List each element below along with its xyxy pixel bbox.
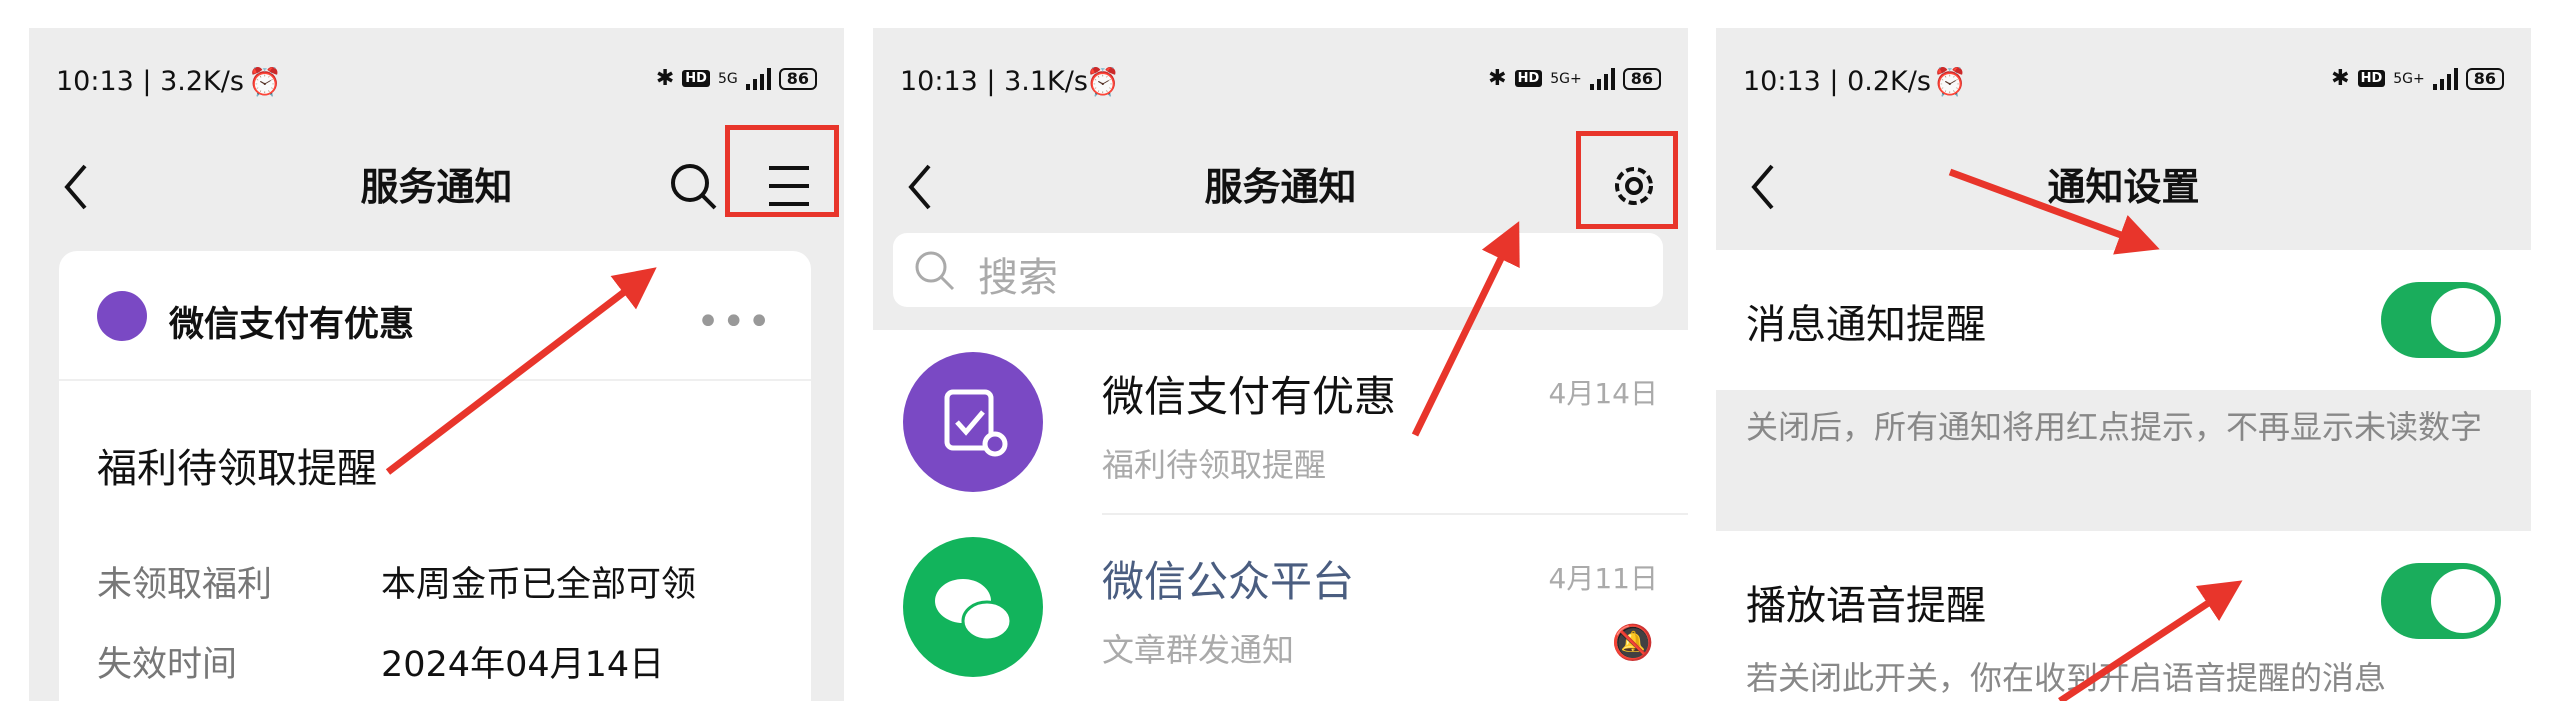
wechat-pay-avatar-icon bbox=[903, 352, 1043, 492]
wechat-pay-avatar-icon bbox=[97, 291, 147, 341]
alarm-icon: ⏰ bbox=[1086, 67, 1120, 98]
battery-level: 86 bbox=[1622, 67, 1661, 90]
list-item[interactable]: 微信公众平台 文章群发通知 4月11日 🔕 bbox=[873, 515, 1688, 699]
signal-icon bbox=[2432, 67, 2458, 90]
status-bar: 10:13 | 3.1K/s ⏰ ✱ HD 5G+ 86 bbox=[900, 66, 1661, 106]
item-date: 4月11日 bbox=[1548, 562, 1658, 595]
toggle-knob bbox=[2431, 288, 2495, 352]
phone-screen-notification-settings: 10:13 | 0.2K/s ⏰ ✱ HD 5G+ 86 通知设置 消息通知提醒… bbox=[1716, 28, 2531, 701]
status-time: 10:13 | 3.2K/s bbox=[56, 66, 244, 97]
card-header: 微信支付有优惠 ••• bbox=[59, 251, 811, 381]
card-row-value: 本周金币已全部可领 bbox=[381, 565, 697, 605]
bluetooth-icon: ✱ bbox=[1488, 66, 1507, 91]
hd-icon: HD bbox=[1514, 70, 1543, 87]
wechat-chat-avatar-icon bbox=[903, 537, 1043, 677]
item-subtitle: 文章群发通知 bbox=[1102, 631, 1295, 669]
card-heading: 福利待领取提醒 bbox=[97, 446, 377, 492]
page-title: 服务通知 bbox=[1204, 165, 1357, 209]
card-row-key: 失效时间 bbox=[97, 645, 238, 685]
notice-list: 微信支付有优惠 福利待领取提醒 4月14日 微信公众平台 文章群发通知 4月11… bbox=[873, 330, 1688, 701]
item-title: 微信支付有优惠 bbox=[1102, 372, 1397, 421]
more-icon[interactable]: ••• bbox=[696, 299, 773, 345]
item-subtitle: 福利待领取提醒 bbox=[1102, 446, 1327, 484]
network-type: 5G bbox=[717, 70, 738, 87]
card-row-key: 未领取福利 bbox=[97, 565, 273, 605]
notification-card[interactable]: 微信支付有优惠 ••• 福利待领取提醒 未领取福利 本周金币已全部可领 失效时间 2… bbox=[59, 251, 811, 701]
setting-row-voice-reminder: 播放语音提醒 若关闭此开关，你在收到开启语音提醒的消息 bbox=[1716, 531, 2531, 701]
signal-icon bbox=[745, 67, 771, 90]
alarm-icon: ⏰ bbox=[248, 67, 282, 98]
nav-bar: 通知设置 bbox=[1716, 128, 2531, 228]
highlight-box-settings bbox=[1576, 131, 1678, 229]
card-row-value: 2024年04月14日 bbox=[381, 645, 665, 685]
toggle-knob bbox=[2431, 569, 2495, 633]
network-type: 5G+ bbox=[2393, 70, 2425, 87]
signal-icon bbox=[1589, 67, 1615, 90]
voice-reminder-toggle[interactable] bbox=[2381, 563, 2501, 639]
nav-bar: 服务通知 bbox=[29, 128, 844, 228]
hd-icon: HD bbox=[2357, 70, 2386, 87]
search-icon bbox=[915, 251, 955, 291]
search-placeholder: 搜索 bbox=[978, 255, 1058, 301]
setting-row-message-reminder: 消息通知提醒 bbox=[1716, 250, 2531, 390]
search-input[interactable]: 搜索 bbox=[893, 233, 1663, 307]
bluetooth-icon: ✱ bbox=[655, 66, 675, 91]
message-reminder-toggle[interactable] bbox=[2381, 282, 2501, 358]
phone-screen-service-notice-list: 10:13 | 3.1K/s ⏰ ✱ HD 5G+ 86 服务通知 搜索 微信支… bbox=[873, 28, 1688, 701]
setting-label: 播放语音提醒 bbox=[1746, 583, 1986, 629]
setting-label: 消息通知提醒 bbox=[1746, 302, 1986, 348]
item-title: 微信公众平台 bbox=[1102, 557, 1355, 606]
battery-level: 86 bbox=[778, 67, 817, 90]
status-bar: 10:13 | 0.2K/s ⏰ ✱ HD 5G+ 86 bbox=[1743, 66, 2504, 106]
mute-bell-icon: 🔕 bbox=[1611, 623, 1654, 663]
network-type: 5G+ bbox=[1550, 70, 1582, 87]
battery-level: 86 bbox=[2465, 67, 2504, 90]
highlight-box-menu bbox=[725, 125, 839, 217]
hd-icon: HD bbox=[682, 70, 710, 87]
page-title: 服务通知 bbox=[360, 165, 513, 209]
status-time: 10:13 | 0.2K/s bbox=[1743, 66, 1931, 97]
item-date: 4月14日 bbox=[1548, 377, 1658, 410]
phone-screen-service-notice: 10:13 | 3.2K/s ⏰ ✱ HD 5G 86 服务通知 微信支付有优惠… bbox=[29, 28, 844, 701]
page-title: 通知设置 bbox=[2047, 165, 2200, 209]
nav-bar: 服务通知 bbox=[873, 128, 1688, 228]
card-row: 未领取福利 本周金币已全部可领 bbox=[97, 556, 696, 607]
card-sender: 微信支付有优惠 bbox=[169, 305, 415, 345]
setting-description: 关闭后，所有通知将用红点提示，不再显示未读数字 bbox=[1746, 408, 2483, 446]
status-bar: 10:13 | 3.2K/s ⏰ ✱ HD 5G 86 bbox=[56, 66, 817, 106]
status-time: 10:13 | 3.1K/s bbox=[900, 66, 1088, 97]
search-icon[interactable] bbox=[669, 162, 719, 212]
bluetooth-icon: ✱ bbox=[2331, 66, 2350, 91]
alarm-icon: ⏰ bbox=[1933, 67, 1967, 98]
card-row: 失效时间 2024年04月14日 bbox=[97, 636, 664, 687]
list-item[interactable]: 微信支付有优惠 福利待领取提醒 4月14日 bbox=[873, 330, 1688, 515]
setting-description: 若关闭此开关，你在收到开启语音提醒的消息 bbox=[1746, 659, 2387, 697]
